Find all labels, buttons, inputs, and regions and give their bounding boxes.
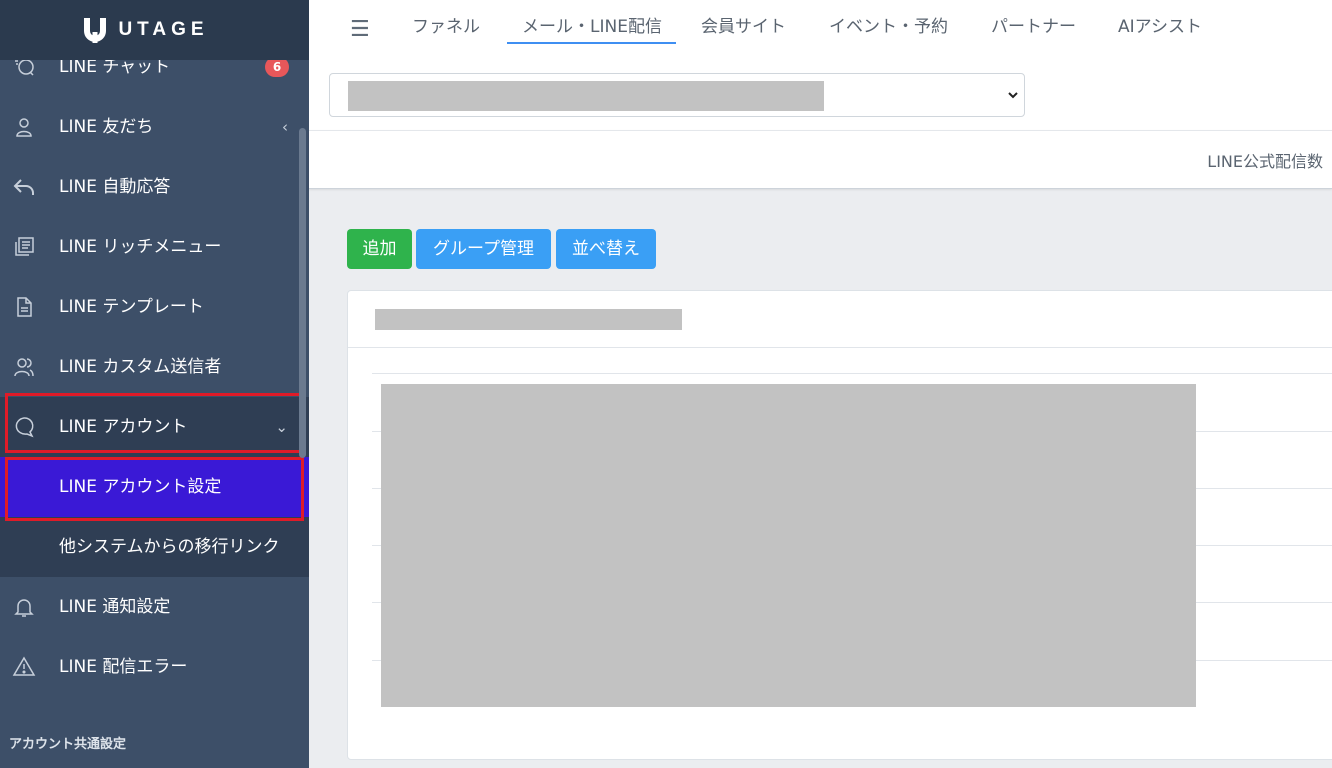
user-icon bbox=[16, 118, 32, 137]
sidebar-subitem-line-account-settings[interactable]: LINE アカウント設定 bbox=[0, 457, 309, 517]
users-icon bbox=[14, 358, 34, 377]
bell-icon bbox=[14, 599, 34, 617]
tab-partner[interactable]: パートナー bbox=[991, 12, 1076, 37]
tab-member-site[interactable]: 会員サイト bbox=[701, 12, 786, 37]
tab-event[interactable]: イベント・予約 bbox=[829, 12, 948, 37]
sort-button[interactable]: 並べ替え bbox=[556, 229, 656, 269]
reply-icon bbox=[13, 179, 34, 195]
menu-icon[interactable]: ☰ bbox=[350, 17, 370, 42]
add-button[interactable]: 追加 bbox=[347, 229, 412, 269]
unread-badge: 6 bbox=[265, 57, 289, 77]
tab-ai-assist[interactable]: AIアシスト bbox=[1118, 12, 1202, 37]
warning-icon bbox=[12, 656, 36, 676]
sidebar-subitem-migration-link[interactable]: 他システムからの移行リンク bbox=[0, 517, 309, 577]
sidebar-item-line-friends[interactable]: LINE 友だち ‹ bbox=[0, 97, 300, 157]
sidebar-item-label: LINE リッチメニュー bbox=[59, 237, 222, 257]
utage-logo-icon bbox=[84, 18, 107, 43]
sidebar-item-line-delivery-error[interactable]: LINE 配信エラー bbox=[0, 637, 300, 697]
chat-bubble-icon bbox=[15, 417, 34, 438]
active-tab-underline bbox=[507, 42, 676, 44]
tab-mail-line[interactable]: メール・LINE配信 bbox=[522, 12, 662, 37]
group-manage-button[interactable]: グループ管理 bbox=[416, 229, 551, 269]
sidebar: UTAGE LINE チャット 6 LINE 友だち ‹ LINE 自動応答 L… bbox=[0, 0, 309, 768]
document-icon bbox=[17, 297, 32, 317]
account-list-card bbox=[347, 290, 1332, 760]
chevron-down-icon bbox=[1008, 92, 1018, 99]
sidebar-item-line-template[interactable]: LINE テンプレート bbox=[0, 277, 300, 337]
sidebar-item-line-custom-sender[interactable]: LINE カスタム送信者 bbox=[0, 337, 300, 397]
sub-header: LINE公式配信数 bbox=[309, 130, 1332, 189]
line-official-count-label[interactable]: LINE公式配信数 bbox=[1207, 148, 1323, 172]
logo-text: UTAGE bbox=[118, 19, 209, 40]
table-row-divider bbox=[372, 373, 1332, 374]
sidebar-item-line-rich-menu[interactable]: LINE リッチメニュー bbox=[0, 217, 300, 277]
sidebar-item-label: LINE 友だち bbox=[59, 117, 154, 137]
section-label-account-common: アカウント共通設定 bbox=[9, 737, 127, 752]
logo[interactable]: UTAGE bbox=[82, 16, 208, 44]
sidebar-item-label: LINE テンプレート bbox=[59, 297, 204, 317]
card-divider bbox=[348, 347, 1332, 348]
redacted-card-title bbox=[375, 309, 682, 330]
logo-bar: UTAGE bbox=[0, 0, 309, 60]
redacted-table-content bbox=[381, 384, 1196, 707]
chevron-left-icon: ‹ bbox=[282, 118, 288, 136]
sidebar-item-label: LINE カスタム送信者 bbox=[59, 357, 222, 377]
top-nav: ☰ ファネル メール・LINE配信 会員サイト イベント・予約 パートナー AI… bbox=[309, 0, 1332, 130]
sidebar-item-line-auto-reply[interactable]: LINE 自動応答 bbox=[0, 157, 300, 217]
sidebar-item-label: LINE 通知設定 bbox=[59, 597, 171, 617]
tab-funnel[interactable]: ファネル bbox=[412, 12, 480, 37]
sidebar-subitem-label: LINE アカウント設定 bbox=[59, 477, 222, 497]
chevron-down-icon: ⌄ bbox=[275, 418, 288, 436]
redacted-account-name bbox=[348, 81, 824, 111]
sidebar-item-label: LINE 配信エラー bbox=[59, 657, 188, 677]
sidebar-item-label: LINE 自動応答 bbox=[59, 177, 171, 197]
sidebar-item-label: LINE アカウント bbox=[59, 417, 188, 437]
account-select[interactable] bbox=[329, 73, 1025, 117]
sidebar-item-line-account[interactable]: LINE アカウント ⌄ bbox=[0, 397, 309, 457]
sidebar-item-line-notification[interactable]: LINE 通知設定 bbox=[0, 577, 300, 637]
copy-icon bbox=[15, 237, 34, 256]
sidebar-subitem-label: 他システムからの移行リンク bbox=[59, 537, 280, 557]
sidebar-scrollbar[interactable] bbox=[299, 128, 306, 458]
